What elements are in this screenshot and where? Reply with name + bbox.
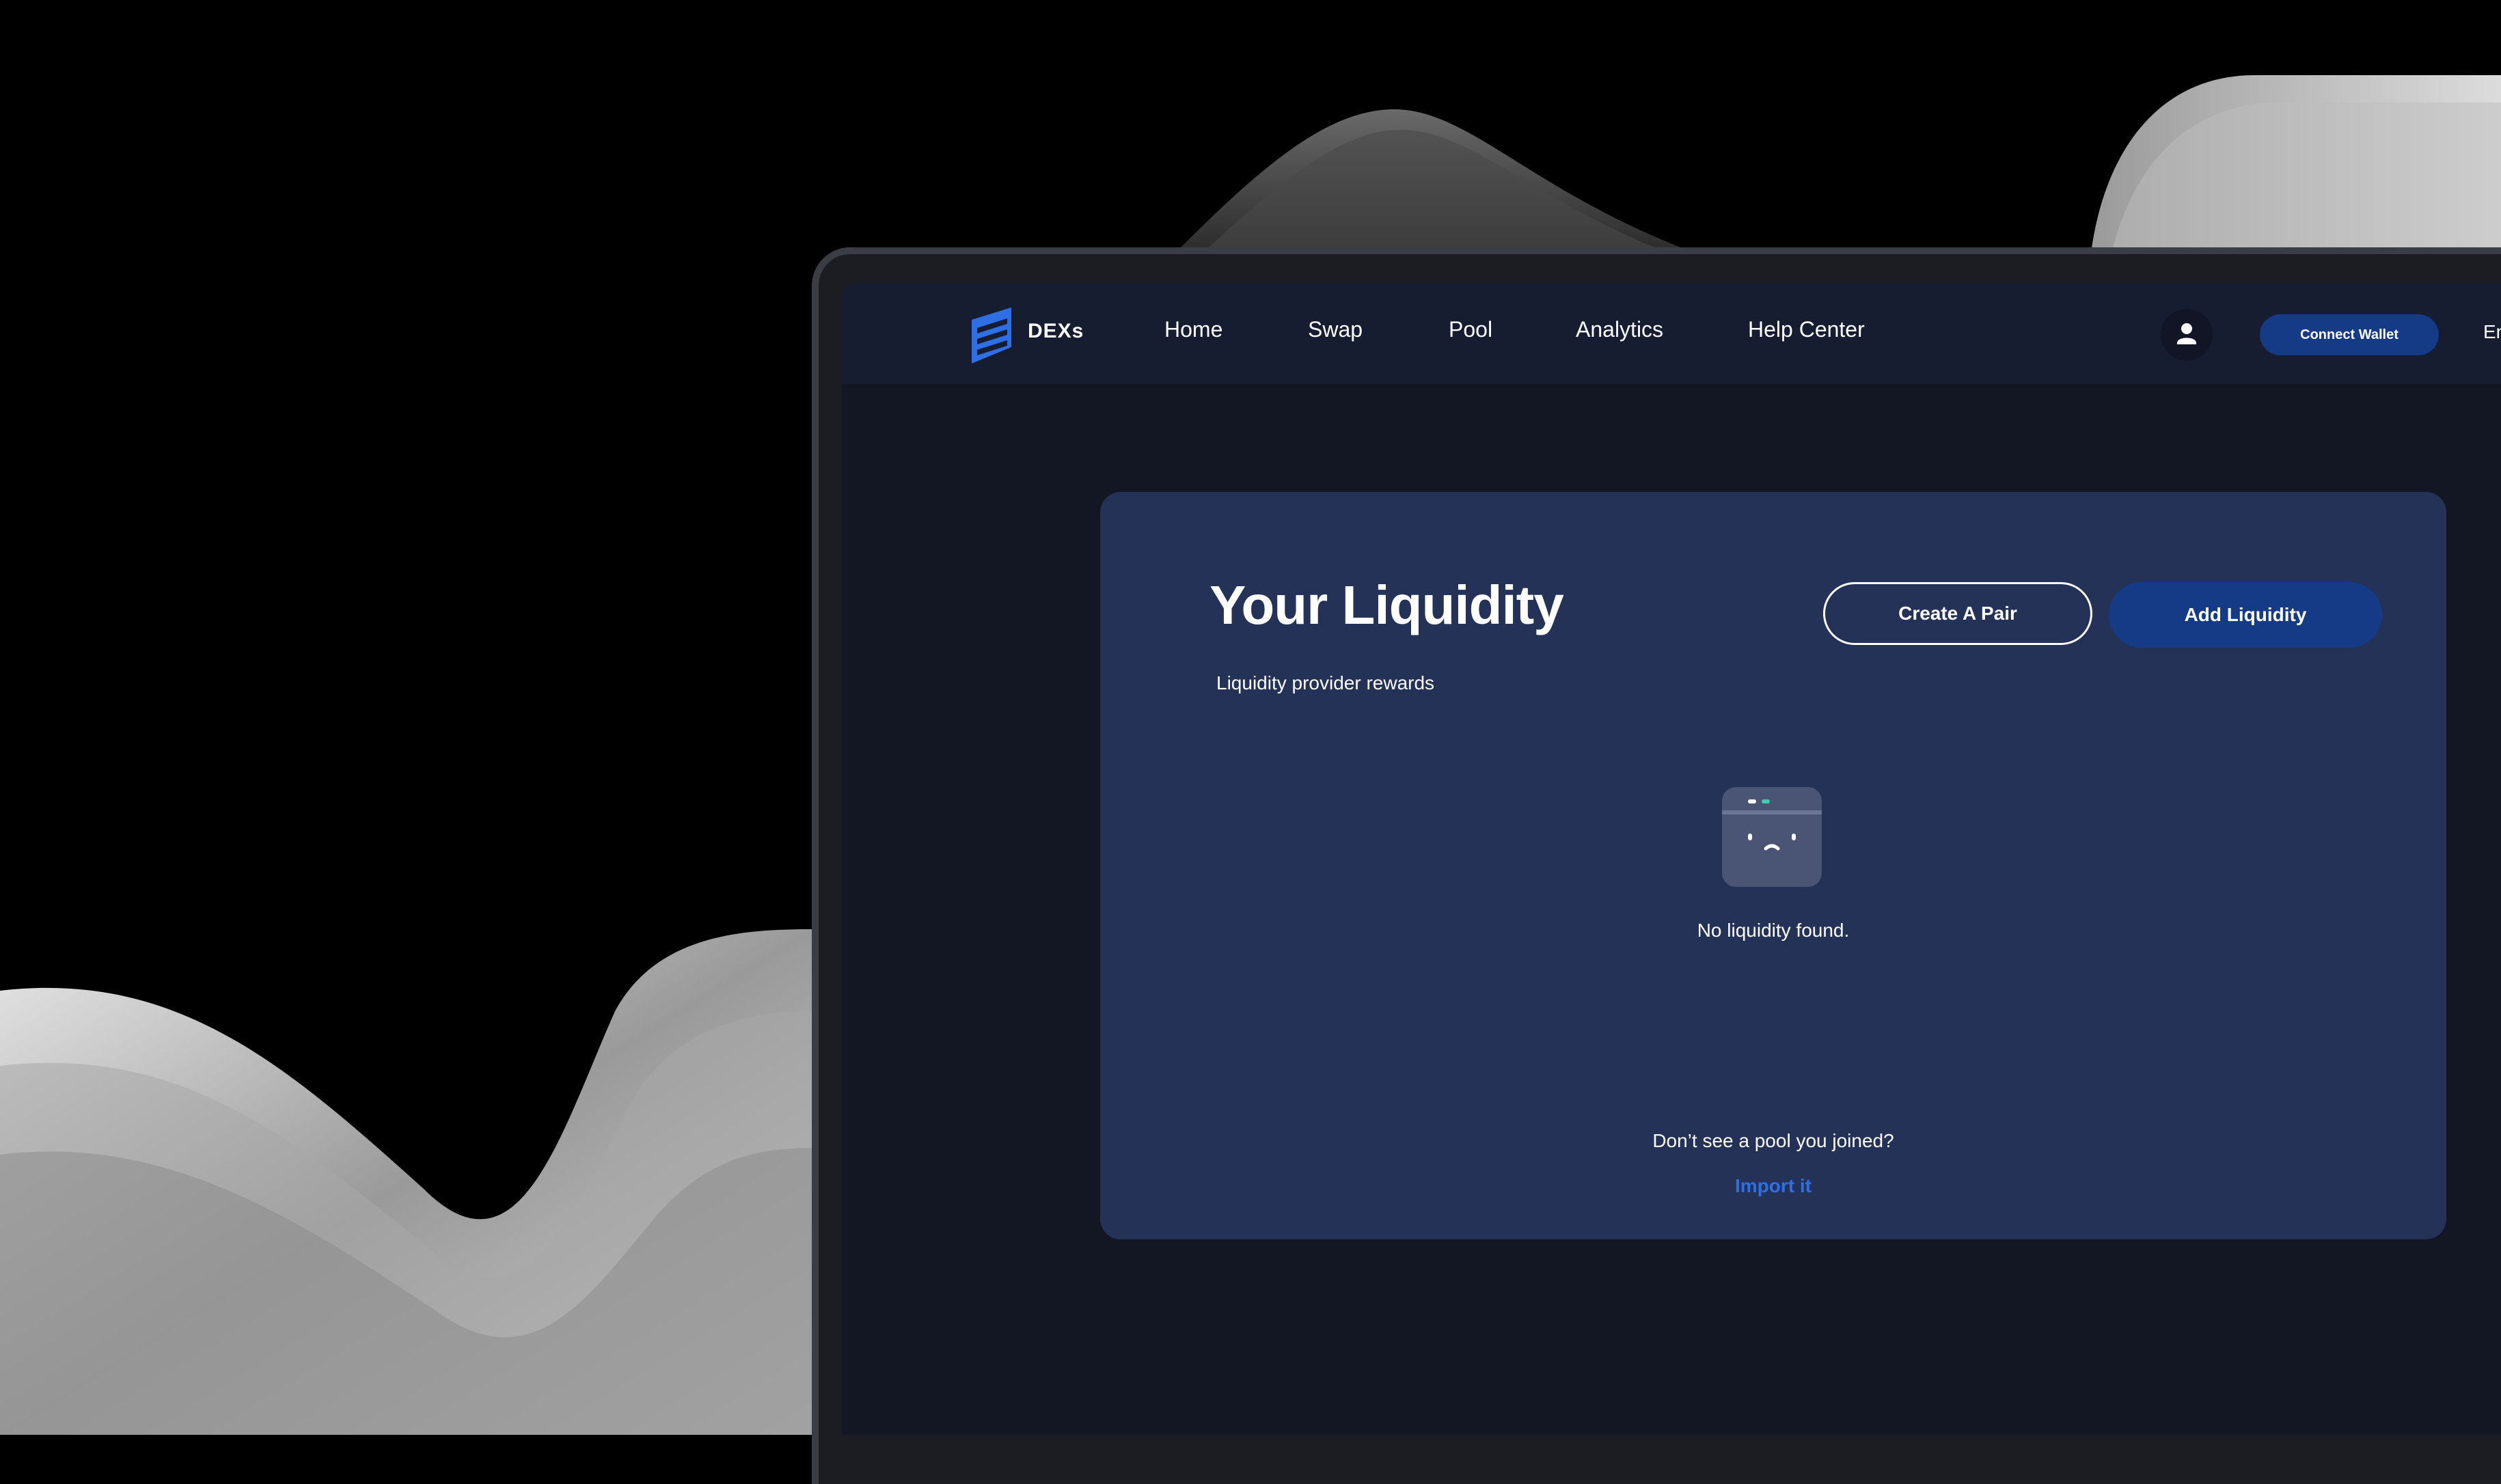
nav-home[interactable]: Home: [1164, 317, 1222, 342]
page-title: Your Liquidity: [1210, 575, 1564, 635]
sad-window-icon: [1722, 787, 1822, 887]
create-pair-button[interactable]: Create A Pair: [1823, 582, 2092, 645]
user-icon: [2177, 323, 2196, 344]
brand-name[interactable]: DEXs: [1028, 320, 1084, 343]
background-wave-bottom-left: [0, 929, 813, 1435]
page-subtitle: Liquidity provider rewards: [1216, 672, 1435, 693]
user-avatar-button[interactable]: [2161, 309, 2213, 361]
app-screen: DEXs Home Swap Pool Analytics Help Cente…: [842, 283, 2501, 1435]
background-wave-top: [1175, 109, 1695, 253]
empty-state-message: No liquidity found.: [1697, 920, 1850, 941]
connect-wallet-button[interactable]: Connect Wallet: [2260, 314, 2439, 355]
import-question: Don’t see a pool you joined?: [1652, 1130, 1894, 1151]
dexs-logo-icon[interactable]: [972, 307, 1014, 363]
nav-swap[interactable]: Swap: [1308, 317, 1363, 342]
language-selector[interactable]: En: [2483, 321, 2501, 343]
liquidity-card: Your Liquidity Liquidity provider reward…: [1100, 492, 2446, 1239]
import-link[interactable]: Import it: [1100, 1175, 2446, 1197]
top-navbar: DEXs Home Swap Pool Analytics Help Cente…: [842, 283, 2501, 384]
nav-help-center[interactable]: Help Center: [1748, 317, 1865, 342]
background-wave-top-right: [2091, 68, 2501, 253]
nav-pool[interactable]: Pool: [1449, 317, 1492, 342]
nav-analytics[interactable]: Analytics: [1576, 317, 1663, 342]
add-liquidity-button[interactable]: Add Liquidity: [2109, 582, 2382, 648]
